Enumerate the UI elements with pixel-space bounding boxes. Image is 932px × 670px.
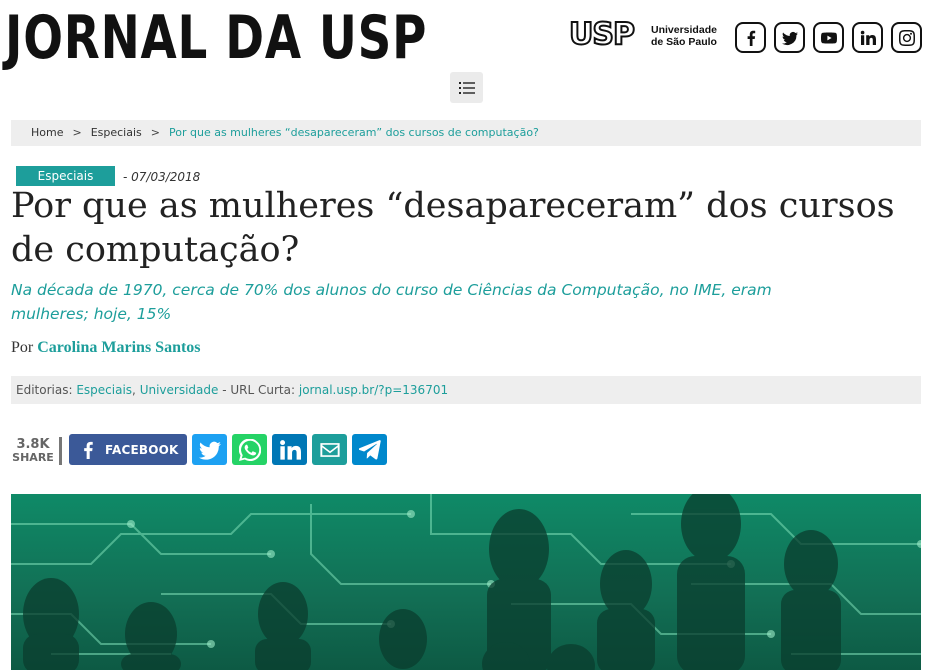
breadcrumb-separator: > — [72, 126, 82, 139]
short-url-label: - URL Curta: — [222, 383, 296, 397]
breadcrumb-home[interactable]: Home — [31, 126, 63, 139]
youtube-link[interactable] — [813, 22, 844, 53]
twitter-link[interactable] — [774, 22, 805, 53]
circuit-photo — [11, 494, 921, 670]
editorias-bar: Editorias: Especiais, Universidade - URL… — [11, 376, 921, 404]
whatsapp-icon — [238, 438, 261, 461]
linkedin-icon — [860, 30, 876, 45]
telegram-icon — [358, 439, 381, 459]
email-share-button[interactable] — [312, 434, 347, 465]
usp-logo-line2: de São Paulo — [651, 36, 717, 48]
list-menu-icon — [458, 81, 475, 94]
editoria-link-universidade[interactable]: Universidade — [140, 383, 219, 397]
breadcrumb: Home > Especiais > Por que as mulheres “desa… — [11, 120, 921, 146]
breadcrumb-section[interactable]: Especiais — [91, 126, 142, 139]
share-count-number: 3.8K — [16, 437, 50, 452]
whatsapp-share-button[interactable] — [232, 434, 267, 465]
usp-logo-mark: USP — [568, 17, 636, 52]
byline-prefix: Por — [11, 339, 34, 356]
site-masthead[interactable]: JORNAL DA USP — [5, 2, 427, 74]
share-divider — [59, 437, 62, 465]
linkedin-share-button[interactable] — [272, 434, 307, 465]
article-title: Por que as mulheres “desapareceram” dos … — [11, 186, 895, 270]
twitter-share-button[interactable] — [192, 434, 227, 465]
twitter-icon — [781, 31, 798, 45]
instagram-link[interactable] — [891, 22, 922, 53]
publish-date: - 07/03/2018 — [123, 170, 201, 184]
short-url-link[interactable]: jornal.usp.br/?p=136701 — [299, 383, 448, 397]
telegram-share-button[interactable] — [352, 434, 387, 465]
youtube-icon — [820, 32, 837, 43]
category-badge[interactable]: Especiais — [16, 166, 115, 186]
editorias-label: Editorias: — [16, 383, 73, 397]
share-count: 3.8K SHARE — [11, 438, 55, 464]
instagram-icon — [898, 29, 915, 46]
usp-logo-name: Universidade de São Paulo — [651, 24, 723, 48]
twitter-icon — [198, 441, 221, 460]
share-count-label: SHARE — [12, 451, 54, 464]
article-subtitle: Na década de 1970, cerca de 70% dos alun… — [11, 281, 772, 323]
breadcrumb-separator: > — [150, 126, 160, 139]
facebook-share-label: FACEBOOK — [105, 442, 179, 457]
editoria-link-especiais[interactable]: Especiais — [76, 383, 132, 397]
byline: Por Carolina Marins Santos — [11, 338, 201, 358]
usp-logo[interactable]: USP Universidade de São Paulo — [568, 17, 723, 52]
facebook-share-button[interactable]: FACEBOOK — [69, 434, 187, 465]
facebook-icon — [747, 30, 755, 46]
usp-logo-line1: Universidade — [651, 24, 717, 36]
linkedin-link[interactable] — [852, 22, 883, 53]
author-link[interactable]: Carolina Marins Santos — [37, 339, 200, 356]
editorias-comma: , — [132, 383, 136, 397]
hero-image — [11, 494, 921, 670]
breadcrumb-current: Por que as mulheres “desapareceram” dos … — [169, 126, 539, 139]
menu-toggle-button[interactable] — [450, 72, 483, 103]
linkedin-icon — [279, 439, 301, 460]
facebook-icon — [84, 441, 93, 459]
email-icon — [319, 442, 340, 457]
facebook-link[interactable] — [735, 22, 766, 53]
